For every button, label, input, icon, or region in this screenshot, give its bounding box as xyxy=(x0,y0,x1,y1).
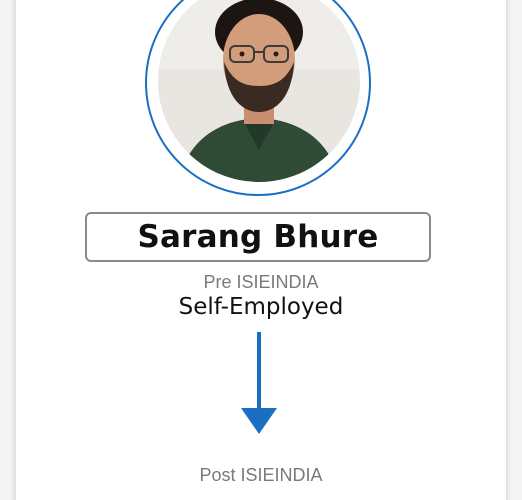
profile-name: Sarang Bhure xyxy=(137,219,379,255)
name-box: Sarang Bhure xyxy=(85,212,431,262)
arrow-down-icon xyxy=(240,332,278,441)
post-label: Post ISIEINDIA xyxy=(199,465,323,485)
pre-status: Self-Employed xyxy=(178,294,344,320)
pre-label: Pre ISIEINDIA xyxy=(203,272,319,292)
page: Sarang Bhure Pre ISIEINDIA Self-Employed… xyxy=(0,0,522,500)
